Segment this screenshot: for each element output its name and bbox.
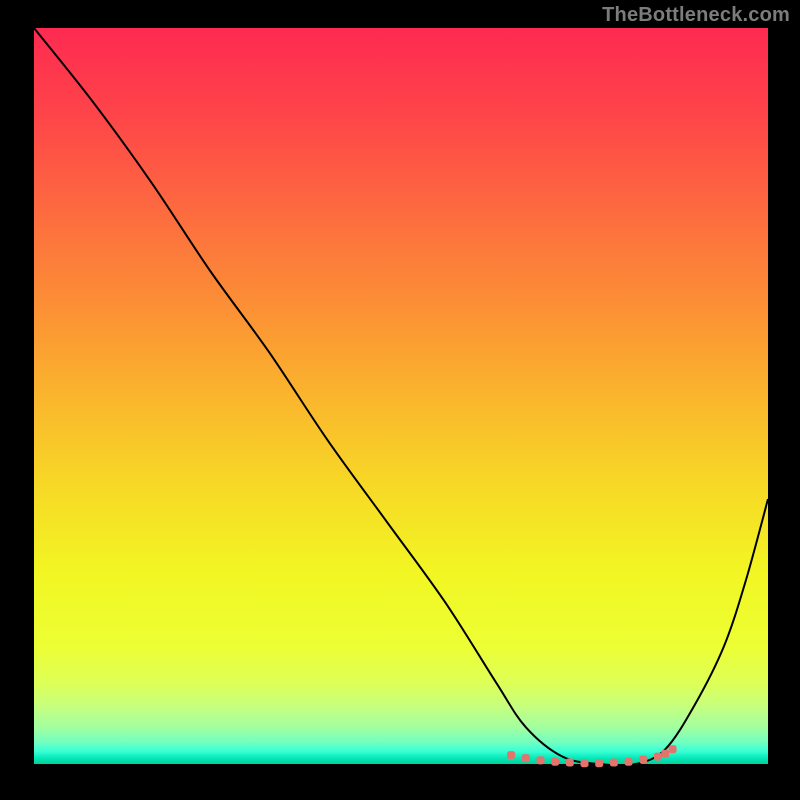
optimal-dot — [661, 750, 669, 758]
optimal-dot — [566, 759, 574, 767]
optimal-dot — [639, 756, 647, 764]
watermark-text: TheBottleneck.com — [602, 4, 790, 27]
optimal-dot — [625, 758, 633, 766]
optimal-dot — [522, 754, 530, 762]
optimal-dot — [581, 759, 589, 767]
optimal-dot — [536, 756, 544, 764]
optimal-dot — [610, 759, 618, 767]
bottleneck-chart — [0, 0, 800, 800]
optimal-dot — [507, 751, 515, 759]
optimal-dot — [669, 745, 677, 753]
optimal-dot — [595, 759, 603, 767]
chart-background — [34, 28, 768, 764]
optimal-dot — [551, 758, 559, 766]
optimal-dot — [654, 753, 662, 761]
